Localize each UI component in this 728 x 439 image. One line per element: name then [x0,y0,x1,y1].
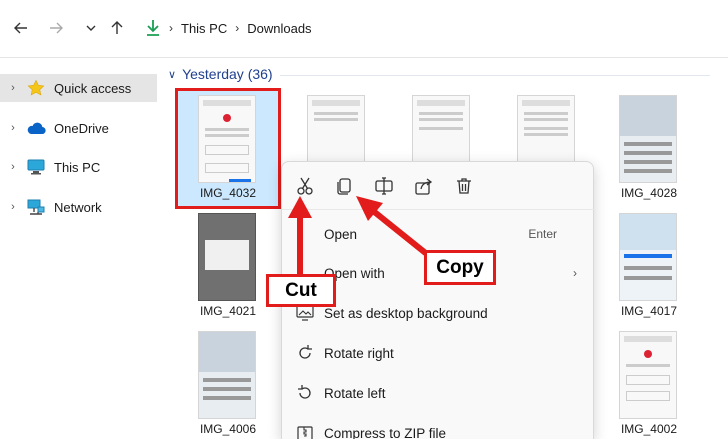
file-tile-img-4021[interactable]: IMG_4021 [176,207,280,327]
copy-annotation-label: Copy [424,250,496,285]
sidebar-item-quick-access[interactable]: › Quick access [0,74,157,102]
shortcut-label: Enter [528,227,557,241]
selection-highlight-box [175,88,281,209]
delete-icon [457,178,471,194]
menu-item-label: Rotate left [324,385,386,401]
cut-button[interactable] [293,174,317,198]
chevron-right-icon[interactable]: › [0,201,26,213]
navigation-pane: › Quick access › OneDrive › This PC › Ne… [0,58,160,439]
rotate-left-icon [295,383,315,403]
copy-button[interactable] [332,174,356,198]
file-name: IMG_4017 [620,304,678,318]
chevron-down-icon [86,25,96,31]
file-tile-img-4028[interactable]: IMG_4028 [597,89,701,209]
menu-item-rotate-right[interactable]: Rotate right [282,333,595,373]
group-header[interactable]: ∨ Yesterday (36) [168,66,273,82]
rename-button[interactable] [372,174,396,198]
cut-annotation-label: Cut [266,274,336,307]
chevron-right-icon[interactable]: › [0,161,26,173]
file-tile-img-4002[interactable]: IMG_4002 [597,325,701,439]
cut-icon [297,177,313,195]
cloud-icon [26,118,46,138]
sidebar-item-onedrive[interactable]: › OneDrive [0,114,157,142]
blank-icon [295,224,315,244]
chevron-right-icon: › [573,266,577,280]
menu-item-label: Rotate right [324,345,394,361]
forward-button[interactable] [45,16,67,40]
sidebar-item-label: Network [54,199,102,215]
group-header-label: Yesterday (36) [182,66,273,82]
file-name: IMG_4021 [199,304,257,318]
file-name: IMG_4006 [199,422,257,436]
chevron-down-icon: ∨ [168,68,177,81]
sidebar-item-label: Quick access [54,80,132,96]
chevron-right-icon[interactable]: › [0,82,26,94]
share-icon [415,178,433,195]
copy-icon [337,178,351,195]
breadcrumb[interactable]: › This PC › Downloads [145,16,312,40]
arrow-right-icon [50,22,63,34]
file-thumbnail [198,331,256,419]
menu-item-label: Compress to ZIP file [324,425,447,439]
file-thumbnail [619,95,677,183]
menu-item-open[interactable]: Open Enter [282,214,595,254]
address-toolbar: › This PC › Downloads [0,0,728,58]
star-icon [26,78,46,98]
sidebar-item-label: OneDrive [54,120,109,136]
menu-item-rotate-left[interactable]: Rotate left [282,373,595,413]
up-button[interactable] [106,16,128,40]
network-icon [26,197,46,217]
rotate-right-icon [295,343,315,363]
sidebar-item-this-pc[interactable]: › This PC [0,153,157,181]
recent-locations-button[interactable] [80,16,102,40]
breadcrumb-separator-icon: › [235,21,240,35]
file-tile-img-4006[interactable]: IMG_4006 [176,325,280,439]
menu-item-label: Set as desktop background [324,305,488,321]
arrow-up-icon [111,21,123,34]
chevron-right-icon[interactable]: › [0,122,26,134]
file-name: IMG_4002 [620,422,678,436]
file-name: IMG_4028 [620,186,678,200]
menu-item-label: Open [324,226,358,242]
menu-item-compress-zip[interactable]: Compress to ZIP file [282,413,595,439]
download-arrow-icon [147,20,159,36]
breadcrumb-downloads[interactable]: Downloads [247,21,311,36]
zip-folder-icon [295,423,315,439]
file-thumbnail [619,331,677,419]
arrow-left-icon [14,22,27,34]
file-tile-img-4017[interactable]: IMG_4017 [597,207,701,327]
rename-icon [375,177,393,195]
file-thumbnail [198,213,256,301]
back-button[interactable] [10,16,32,40]
context-menu-toolbar [282,162,595,210]
sidebar-item-network[interactable]: › Network [0,193,157,221]
breadcrumb-this-pc[interactable]: This PC [181,21,227,36]
sidebar-item-label: This PC [54,159,101,175]
breadcrumb-separator-icon: › [169,21,173,35]
monitor-icon [26,157,46,177]
delete-button[interactable] [452,174,476,198]
share-button[interactable] [412,174,436,198]
file-thumbnail [619,213,677,301]
